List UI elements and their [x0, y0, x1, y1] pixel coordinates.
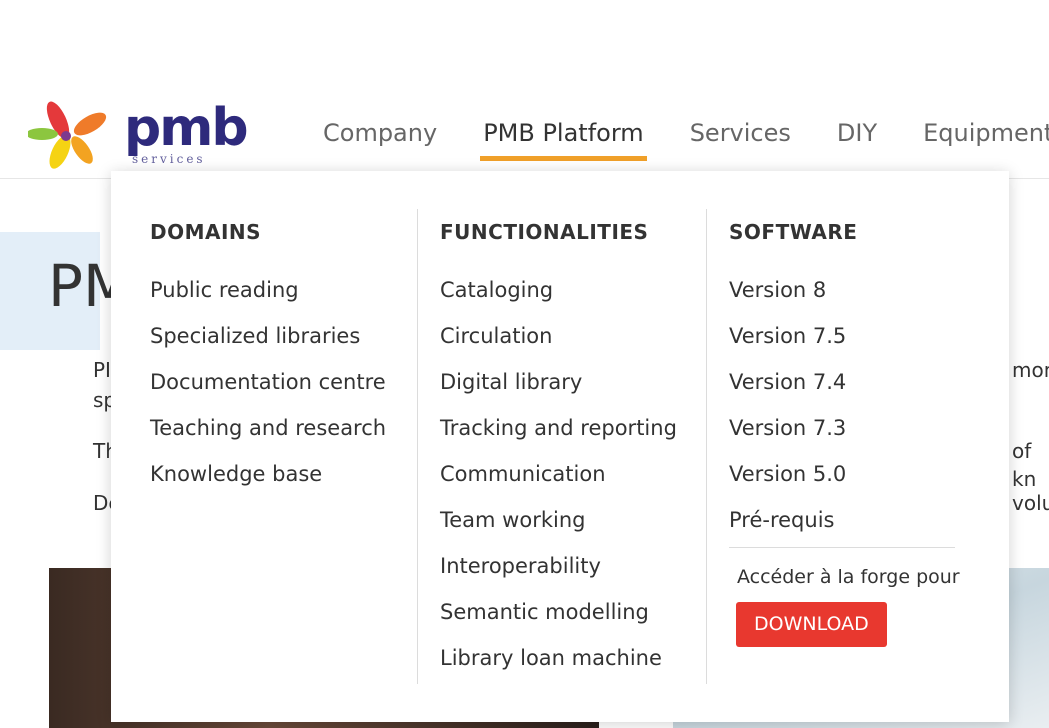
main-nav: Company PMB Platform Services DIY Equipment: [300, 112, 1049, 162]
link-public-reading[interactable]: Public reading: [150, 267, 386, 313]
intro-text-right-3: of kn: [1012, 439, 1037, 491]
nav-diy[interactable]: DIY: [837, 112, 877, 154]
column-divider: [706, 209, 707, 684]
link-team-working[interactable]: Team working: [440, 497, 677, 543]
link-version-7-3[interactable]: Version 7.3: [729, 405, 960, 451]
link-knowledge-base[interactable]: Knowledge base: [150, 451, 386, 497]
functionalities-column: FUNCTIONALITIES Cataloging Circulation D…: [440, 209, 677, 681]
link-teaching-research[interactable]: Teaching and research: [150, 405, 386, 451]
domains-heading: DOMAINS: [150, 220, 262, 244]
link-circulation[interactable]: Circulation: [440, 313, 677, 359]
pmb-logo[interactable]: pmb services: [28, 98, 249, 170]
link-tracking-reporting[interactable]: Tracking and reporting: [440, 405, 677, 451]
nav-company[interactable]: Company: [323, 112, 437, 154]
link-version-8[interactable]: Version 8: [729, 267, 960, 313]
intro-text-right-4: volut: [1012, 491, 1049, 515]
nav-equipment[interactable]: Equipment: [923, 112, 1049, 154]
intro-text-right-1: mong: [1012, 358, 1049, 382]
software-divider: [729, 547, 955, 548]
software-heading: SOFTWARE: [729, 220, 858, 244]
functionalities-heading: FUNCTIONALITIES: [440, 220, 649, 244]
link-digital-library[interactable]: Digital library: [440, 359, 677, 405]
pmb-platform-dropdown: DOMAINS Public reading Specialized libra…: [111, 171, 1009, 722]
link-communication[interactable]: Communication: [440, 451, 677, 497]
link-interoperability[interactable]: Interoperability: [440, 543, 677, 589]
domains-column: DOMAINS Public reading Specialized libra…: [150, 209, 386, 497]
logo-wordmark: pmb: [124, 98, 249, 158]
flower-icon: [28, 101, 107, 169]
nav-pmb-platform[interactable]: PMB Platform: [480, 112, 647, 161]
download-button[interactable]: DOWNLOAD: [736, 602, 887, 647]
forge-text: Accéder à la forge pour: [737, 566, 960, 588]
link-semantic-modelling[interactable]: Semantic modelling: [440, 589, 677, 635]
link-cataloging[interactable]: Cataloging: [440, 267, 677, 313]
link-library-loan-machine[interactable]: Library loan machine: [440, 635, 677, 681]
intro-text-left-1: PI: [93, 358, 111, 382]
link-version-7-4[interactable]: Version 7.4: [729, 359, 960, 405]
link-version-5-0[interactable]: Version 5.0: [729, 451, 960, 497]
software-column: SOFTWARE Version 8 Version 7.5 Version 7…: [729, 209, 960, 647]
column-divider: [417, 209, 418, 684]
link-prerequis[interactable]: Pré-requis: [729, 497, 960, 543]
site-header: pmb services Company PMB Platform Services…: [0, 0, 1049, 179]
nav-services[interactable]: Services: [690, 112, 791, 154]
link-documentation-centre[interactable]: Documentation centre: [150, 359, 386, 405]
logo-subtext: services: [132, 152, 206, 166]
link-version-7-5[interactable]: Version 7.5: [729, 313, 960, 359]
link-specialized-libraries[interactable]: Specialized libraries: [150, 313, 386, 359]
